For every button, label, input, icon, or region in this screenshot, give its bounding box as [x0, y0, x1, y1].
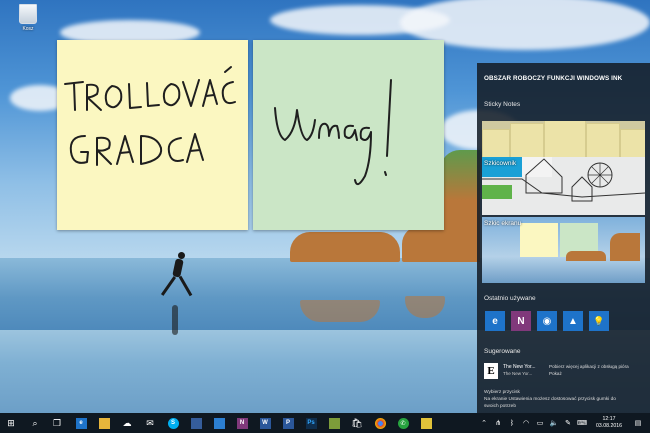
tips-icon[interactable]: 💡	[589, 311, 609, 331]
mini-note	[544, 121, 586, 159]
maps-icon[interactable]: ◉	[537, 311, 557, 331]
ink-workspace-panel: OBSZAR ROBOCZY FUNKCJI WINDOWS INK Stick…	[477, 63, 650, 413]
footer-line: Wybierz przycisk	[484, 390, 520, 395]
store-icon: 🛍	[351, 417, 363, 428]
messaging-taskbar[interactable]	[208, 413, 230, 433]
edge-icon[interactable]: e	[485, 311, 505, 331]
photoshop-taskbar[interactable]: Ps	[300, 413, 322, 433]
notes-taskbar[interactable]	[415, 413, 437, 433]
panel-title: OBSZAR ROBOCZY FUNKCJI WINDOWS INK	[484, 75, 623, 82]
mini-note	[510, 123, 544, 159]
onedrive-taskbar[interactable]: ☁	[116, 413, 138, 433]
document-icon: P	[282, 417, 294, 429]
suggested-app-sub: The New Yor...	[503, 371, 533, 376]
network-icon[interactable]: ⋔	[492, 413, 504, 433]
recycle-bin-label: Kosz	[22, 26, 34, 32]
edge-icon: e	[75, 417, 87, 429]
store-taskbar[interactable]: 🛍	[346, 413, 368, 433]
clock-date: 03.08.2016	[596, 423, 622, 429]
sticky-note-yellow[interactable]	[57, 40, 248, 230]
action-center-icon[interactable]: ▤	[630, 413, 646, 433]
mail-taskbar[interactable]: ✉	[139, 413, 161, 433]
sketchpad-tile[interactable]: Szkicownik	[482, 157, 645, 215]
mail-icon: ✉	[146, 417, 154, 428]
suggested-app-description: Pobierz więcej aplikacji z obsługą pióra	[549, 364, 629, 369]
word-icon: W	[259, 417, 271, 429]
cloud-icon: ☁	[122, 417, 132, 428]
gallery-icon	[328, 417, 340, 429]
onenote-icon[interactable]: N	[511, 311, 531, 331]
onenote-icon: N	[236, 417, 248, 429]
mini-note	[620, 129, 645, 159]
battery-icon[interactable]: ▭	[534, 413, 546, 433]
notes-icon	[420, 417, 432, 429]
whatsapp-taskbar[interactable]: ✆	[392, 413, 414, 433]
pen-button-tip: Wybierz przycisk Na ekranie Ustawienia m…	[484, 389, 616, 410]
wallpaper-cliff	[440, 150, 480, 262]
clock-time: 12:17	[602, 416, 616, 422]
powerpoint-taskbar[interactable]: P	[277, 413, 299, 433]
sticky-note-green[interactable]	[253, 40, 444, 230]
gallery-taskbar[interactable]	[323, 413, 345, 433]
mini-note	[586, 123, 620, 159]
windows-logo-icon: ⊞	[7, 417, 15, 428]
word-taskbar[interactable]: W	[254, 413, 276, 433]
sketchpad-label: Szkicownik	[484, 160, 517, 167]
suggested-label: Sugerowane	[484, 348, 521, 355]
taskbar: ⊞ ⌕ ❐ e ☁ ✉ S N W P Ps 🛍 ✆ ⌃ ⋔ ᛒ ◠ ▭ 🔈 ✎…	[0, 413, 650, 433]
explorer-taskbar[interactable]	[93, 413, 115, 433]
mini-rock	[566, 251, 606, 261]
search-icon: ⌕	[32, 417, 38, 428]
pen-workspace-icon[interactable]: ✎	[562, 413, 574, 433]
screen-sketch-label: Szkic ekranu	[484, 220, 522, 227]
task-view-icon: ❐	[52, 417, 62, 428]
mini-cliff	[610, 233, 640, 261]
wifi-icon[interactable]: ◠	[520, 413, 532, 433]
handwriting-ink	[64, 66, 236, 166]
app-taskbar[interactable]	[185, 413, 207, 433]
mini-note	[482, 129, 510, 159]
screen-sketch-tile[interactable]: Szkic ekranu	[482, 217, 645, 283]
start-button[interactable]: ⊞	[0, 413, 22, 433]
chevron-up-icon[interactable]: ⌃	[478, 413, 490, 433]
wallpaper-rock-reflection	[300, 300, 380, 322]
onenote-taskbar[interactable]: N	[231, 413, 253, 433]
sticky-notes-label: Sticky Notes	[484, 101, 521, 108]
volume-icon[interactable]: 🔈	[548, 413, 560, 433]
app-icon	[190, 417, 202, 429]
nyt-app-icon: E	[484, 363, 498, 379]
recycle-bin-icon[interactable]: Kosz	[16, 4, 40, 36]
trash-icon	[19, 4, 37, 24]
suggested-app-row[interactable]: E The New Yor... The New Yor... Pobierz …	[484, 363, 644, 381]
photoshop-icon: Ps	[305, 417, 317, 429]
suggested-app-name: The New Yor...	[503, 364, 536, 370]
runner-reflection	[172, 305, 178, 335]
taskbar-clock[interactable]: 12:17 03.08.2016	[591, 416, 627, 430]
messaging-icon	[213, 417, 225, 429]
bluetooth-icon[interactable]: ᛒ	[506, 413, 518, 433]
footer-line: Na ekranie Ustawienia możesz dostosować …	[484, 397, 616, 402]
skype-icon: S	[167, 417, 179, 429]
edge-taskbar[interactable]: e	[70, 413, 92, 433]
handwriting-ink	[274, 79, 392, 186]
chrome-icon	[374, 417, 386, 429]
sticky-notes-tile[interactable]	[482, 121, 645, 159]
task-view-button[interactable]: ❐	[46, 413, 68, 433]
recent-label: Ostatnio używane	[484, 295, 536, 302]
suggested-app-link[interactable]: Pokaż	[549, 371, 562, 376]
search-button[interactable]: ⌕	[24, 413, 46, 433]
skype-taskbar[interactable]: S	[162, 413, 184, 433]
photos-icon[interactable]: ▲	[563, 311, 583, 331]
footer-line: swoich potrzeb	[484, 404, 516, 409]
chrome-taskbar[interactable]	[369, 413, 391, 433]
whatsapp-icon: ✆	[397, 417, 409, 429]
keyboard-icon[interactable]: ⌨	[576, 413, 588, 433]
mini-sticky-yellow	[520, 223, 558, 257]
wallpaper-rock	[290, 232, 400, 262]
folder-icon	[98, 417, 110, 429]
runner-head	[178, 252, 185, 259]
